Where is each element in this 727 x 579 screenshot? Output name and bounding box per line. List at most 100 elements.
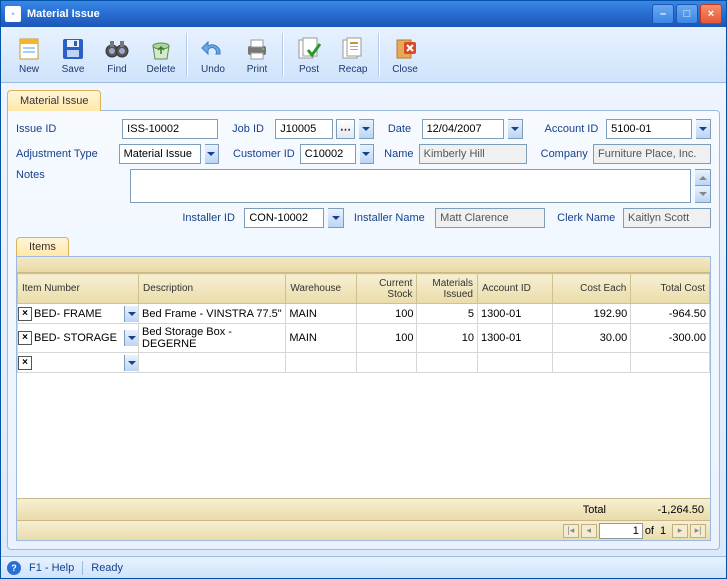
cell-cost-each[interactable]: 30.00 — [552, 324, 631, 353]
toolbar: New Save Find Delete Undo Print Post — [1, 27, 726, 83]
print-button[interactable]: Print — [235, 30, 279, 80]
date-label: Date — [388, 123, 418, 135]
col-account-id[interactable]: Account ID — [477, 274, 552, 304]
notes-field[interactable] — [130, 169, 691, 203]
cell-description[interactable] — [139, 353, 286, 373]
job-id-lookup-button[interactable]: ⋯ — [336, 119, 355, 139]
clerk-name-field — [623, 208, 711, 228]
pager-last-button[interactable]: ▸| — [690, 524, 706, 538]
issue-id-field[interactable] — [122, 119, 218, 139]
cell-current-stock[interactable]: 100 — [356, 324, 417, 353]
cell-total-cost[interactable]: -964.50 — [631, 304, 710, 324]
col-total-cost[interactable]: Total Cost — [631, 274, 710, 304]
cell-cost-each[interactable] — [552, 353, 631, 373]
recap-button[interactable]: Recap — [331, 30, 375, 80]
row-delete-button[interactable]: × — [18, 307, 32, 321]
adj-type-label: Adjustment Type — [16, 148, 115, 160]
cell-description[interactable]: Bed Storage Box - DEGERNE — [139, 324, 286, 353]
cell-item-number[interactable]: BED- FRAME — [32, 308, 124, 320]
binoculars-icon — [103, 35, 131, 63]
table-row[interactable]: × — [18, 353, 710, 373]
delete-button[interactable]: Delete — [139, 30, 183, 80]
tab-material-issue[interactable]: Material Issue — [7, 90, 101, 111]
notes-scroll-up[interactable] — [695, 169, 711, 186]
cell-warehouse[interactable]: MAIN — [286, 324, 357, 353]
cell-account-id[interactable]: 1300-01 — [477, 324, 552, 353]
date-field[interactable] — [422, 119, 504, 139]
undo-arrow-icon — [199, 35, 227, 63]
close-button[interactable]: Close — [383, 30, 427, 80]
item-dropdown[interactable] — [124, 330, 138, 346]
col-materials-issued[interactable]: Materials Issued — [417, 274, 478, 304]
row-delete-button[interactable]: × — [18, 356, 32, 370]
save-button[interactable]: Save — [51, 30, 95, 80]
col-warehouse[interactable]: Warehouse — [286, 274, 357, 304]
pager-prev-button[interactable]: ◂ — [581, 524, 597, 538]
pager-next-button[interactable]: ▸ — [672, 524, 688, 538]
cell-current-stock[interactable] — [356, 353, 417, 373]
cell-account-id[interactable]: 1300-01 — [477, 304, 552, 324]
item-dropdown[interactable] — [124, 306, 138, 322]
minimize-button[interactable]: – — [652, 4, 674, 24]
notes-label: Notes — [16, 169, 126, 181]
notes-scroll-down[interactable] — [695, 186, 711, 203]
installer-id-field[interactable] — [244, 208, 324, 228]
cell-materials-issued[interactable]: 5 — [417, 304, 478, 324]
customer-id-field[interactable] — [300, 144, 356, 164]
cell-materials-issued[interactable] — [417, 353, 478, 373]
new-button[interactable]: New — [7, 30, 51, 80]
printer-icon — [243, 35, 271, 63]
toolbar-separator — [282, 33, 284, 77]
cell-total-cost[interactable] — [631, 353, 710, 373]
tab-items[interactable]: Items — [16, 237, 69, 256]
status-help[interactable]: F1 - Help — [29, 562, 74, 574]
customer-id-dropdown[interactable] — [360, 144, 374, 164]
undo-button[interactable]: Undo — [191, 30, 235, 80]
col-description[interactable]: Description — [139, 274, 286, 304]
cell-warehouse[interactable]: MAIN — [286, 304, 357, 324]
titlebar[interactable]: ◦ Material Issue – □ × — [1, 1, 726, 27]
item-dropdown[interactable] — [124, 355, 138, 371]
toolbar-separator — [378, 33, 380, 77]
account-id-dropdown[interactable] — [696, 119, 711, 139]
post-button[interactable]: Post — [287, 30, 331, 80]
items-grid: Item Number Description Warehouse Curren… — [16, 256, 711, 541]
col-current-stock[interactable]: Current Stock — [356, 274, 417, 304]
account-id-field[interactable] — [606, 119, 692, 139]
close-door-icon — [391, 35, 419, 63]
name-label: Name — [384, 148, 414, 160]
row-delete-button[interactable]: × — [18, 331, 32, 345]
pager-total-pages: 1 — [656, 525, 670, 537]
cell-materials-issued[interactable]: 10 — [417, 324, 478, 353]
job-id-label: Job ID — [232, 123, 271, 135]
date-dropdown[interactable] — [508, 119, 523, 139]
job-id-field[interactable] — [275, 119, 333, 139]
cell-cost-each[interactable]: 192.90 — [552, 304, 631, 324]
installer-id-dropdown[interactable] — [328, 208, 344, 228]
pager-first-button[interactable]: |◂ — [563, 524, 579, 538]
customer-id-label: Customer ID — [233, 148, 296, 160]
col-item-number[interactable]: Item Number — [18, 274, 139, 304]
cell-total-cost[interactable]: -300.00 — [631, 324, 710, 353]
table-row[interactable]: ×BED- STORAGE Bed Storage Box - DEGERNEMA… — [18, 324, 710, 353]
maximize-button[interactable]: □ — [676, 4, 698, 24]
installer-name-field — [435, 208, 545, 228]
grid-pager: |◂ ◂ of 1 ▸ ▸| — [17, 520, 710, 540]
find-button[interactable]: Find — [95, 30, 139, 80]
cell-item-number[interactable]: BED- STORAGE — [32, 332, 124, 344]
cell-account-id[interactable] — [477, 353, 552, 373]
adj-type-dropdown[interactable] — [205, 144, 219, 164]
pager-page-field[interactable] — [599, 523, 643, 539]
help-icon[interactable]: ? — [7, 561, 21, 575]
form-panel: Issue ID Job ID ⋯ Date Account ID Adjust… — [7, 110, 720, 550]
post-check-icon — [295, 35, 323, 63]
adj-type-field[interactable] — [119, 144, 201, 164]
cell-description[interactable]: Bed Frame - VINSTRA 77.5" — [139, 304, 286, 324]
status-ready: Ready — [91, 562, 123, 574]
cell-warehouse[interactable] — [286, 353, 357, 373]
job-id-dropdown[interactable] — [359, 119, 374, 139]
table-row[interactable]: ×BED- FRAME Bed Frame - VINSTRA 77.5"MAIN… — [18, 304, 710, 324]
cell-current-stock[interactable]: 100 — [356, 304, 417, 324]
col-cost-each[interactable]: Cost Each — [552, 274, 631, 304]
close-window-button[interactable]: × — [700, 4, 722, 24]
